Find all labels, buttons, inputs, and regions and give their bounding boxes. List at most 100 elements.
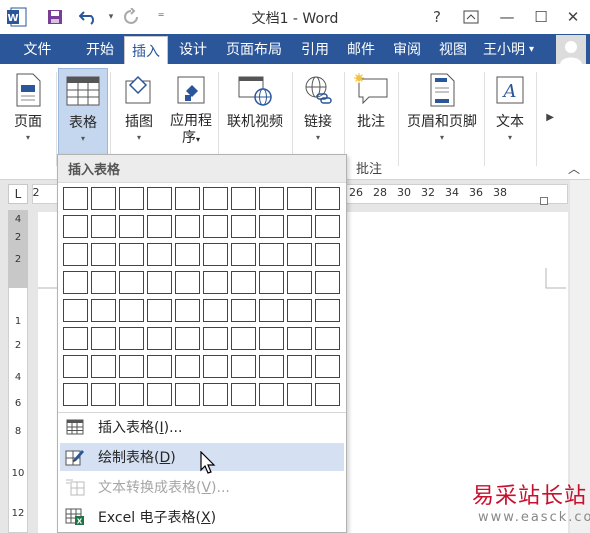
apps-button[interactable]: 应用程 序▾ [166, 68, 216, 148]
insert-table-menu-item[interactable]: 插入表格(I)... [60, 413, 344, 441]
table-grid-cell[interactable] [175, 355, 200, 378]
table-grid-cell[interactable] [63, 271, 88, 294]
table-grid-cell[interactable] [91, 355, 116, 378]
tab-view[interactable]: 视图 [432, 34, 474, 64]
table-grid-cell[interactable] [287, 355, 312, 378]
table-grid-cell[interactable] [175, 383, 200, 406]
table-grid-cell[interactable] [203, 215, 228, 238]
table-button[interactable]: 表格 ▾ [58, 68, 108, 160]
table-grid-cell[interactable] [231, 271, 256, 294]
table-grid-cell[interactable] [119, 355, 144, 378]
table-grid-cell[interactable] [91, 327, 116, 350]
links-button[interactable]: 链接 ▾ [296, 68, 340, 148]
table-grid-cell[interactable] [287, 327, 312, 350]
table-grid-cell[interactable] [147, 327, 172, 350]
user-account[interactable]: 王小明 ▾ [483, 34, 534, 64]
tab-review[interactable]: 审阅 [386, 34, 428, 64]
table-grid-cell[interactable] [147, 355, 172, 378]
table-grid-cell[interactable] [175, 187, 200, 210]
online-video-button[interactable]: 联机视频 [222, 68, 288, 148]
redo-icon[interactable] [120, 6, 142, 28]
table-grid-cell[interactable] [147, 215, 172, 238]
table-grid-cell[interactable] [203, 243, 228, 266]
table-grid-cell[interactable] [63, 299, 88, 322]
table-grid-cell[interactable] [315, 327, 340, 350]
save-icon[interactable] [44, 6, 66, 28]
table-grid-cell[interactable] [91, 383, 116, 406]
table-grid-cell[interactable] [315, 215, 340, 238]
table-grid-cell[interactable] [231, 243, 256, 266]
tab-page-layout[interactable]: 页面布局 [218, 34, 290, 64]
table-grid-cell[interactable] [203, 355, 228, 378]
table-grid-cell[interactable] [91, 299, 116, 322]
table-grid-cell[interactable] [259, 355, 284, 378]
table-grid-cell[interactable] [231, 355, 256, 378]
table-grid-cell[interactable] [147, 271, 172, 294]
table-grid-cell[interactable] [231, 327, 256, 350]
table-grid-cell[interactable] [203, 327, 228, 350]
text-button[interactable]: A 文本 ▾ [488, 68, 532, 148]
table-grid-cell[interactable] [259, 383, 284, 406]
table-grid-cell[interactable] [287, 383, 312, 406]
table-grid-cell[interactable] [175, 271, 200, 294]
table-grid-cell[interactable] [91, 243, 116, 266]
table-grid-cell[interactable] [259, 215, 284, 238]
table-grid-cell[interactable] [63, 215, 88, 238]
table-grid-cell[interactable] [175, 327, 200, 350]
table-grid-cell[interactable] [175, 299, 200, 322]
customize-quick-access-icon[interactable]: ⁼ [150, 6, 172, 28]
ribbon-scroll-right-icon[interactable]: ▶ [546, 112, 554, 123]
table-grid-cell[interactable] [63, 327, 88, 350]
table-grid-cell[interactable] [287, 187, 312, 210]
table-grid-cell[interactable] [231, 383, 256, 406]
tab-design[interactable]: 设计 [172, 34, 214, 64]
tab-insert[interactable]: 插入 [124, 36, 168, 64]
table-grid-cell[interactable] [231, 299, 256, 322]
table-grid-cell[interactable] [315, 299, 340, 322]
table-grid-cell[interactable] [287, 243, 312, 266]
table-grid-cell[interactable] [259, 327, 284, 350]
table-grid-cell[interactable] [91, 187, 116, 210]
illustrations-button[interactable]: 插图 ▾ [116, 68, 162, 148]
header-footer-button[interactable]: 页眉和页脚 ▾ [402, 68, 482, 148]
close-button[interactable]: ✕ [560, 4, 586, 30]
excel-spreadsheet-menu-item[interactable]: X Excel 电子表格(X) [60, 503, 344, 531]
maximize-button[interactable]: ☐ [528, 4, 554, 30]
table-grid-cell[interactable] [119, 299, 144, 322]
ribbon-display-options-button[interactable] [458, 4, 484, 30]
tab-selector[interactable]: L [8, 184, 28, 204]
table-grid-cell[interactable] [315, 383, 340, 406]
word-logo-icon[interactable]: W [6, 6, 28, 28]
table-grid-cell[interactable] [203, 271, 228, 294]
table-grid-cell[interactable] [147, 299, 172, 322]
help-button[interactable]: ? [424, 4, 450, 30]
table-grid-cell[interactable] [315, 271, 340, 294]
right-indent-marker[interactable] [540, 197, 548, 205]
table-grid-cell[interactable] [147, 187, 172, 210]
table-grid-cell[interactable] [119, 327, 144, 350]
table-grid-cell[interactable] [203, 299, 228, 322]
table-grid-cell[interactable] [63, 243, 88, 266]
table-grid-cell[interactable] [203, 187, 228, 210]
table-grid-cell[interactable] [91, 215, 116, 238]
table-grid-cell[interactable] [147, 243, 172, 266]
collapse-ribbon-icon[interactable]: ︿ [568, 160, 580, 177]
undo-icon[interactable] [78, 6, 100, 28]
table-grid-cell[interactable] [175, 215, 200, 238]
tab-references[interactable]: 引用 [294, 34, 336, 64]
table-grid-cell[interactable] [119, 383, 144, 406]
table-grid-cell[interactable] [119, 215, 144, 238]
table-grid-cell[interactable] [259, 299, 284, 322]
minimize-button[interactable]: — [494, 4, 520, 30]
table-grid-cell[interactable] [315, 355, 340, 378]
table-grid-cell[interactable] [119, 187, 144, 210]
table-grid-cell[interactable] [175, 243, 200, 266]
table-grid-cell[interactable] [63, 383, 88, 406]
tab-file[interactable]: 文件 [0, 34, 75, 64]
tab-mailings[interactable]: 邮件 [340, 34, 382, 64]
table-grid-cell[interactable] [259, 271, 284, 294]
table-grid-cell[interactable] [287, 215, 312, 238]
tab-home[interactable]: 开始 [80, 34, 120, 64]
table-grid-cell[interactable] [91, 271, 116, 294]
avatar[interactable] [556, 35, 586, 65]
